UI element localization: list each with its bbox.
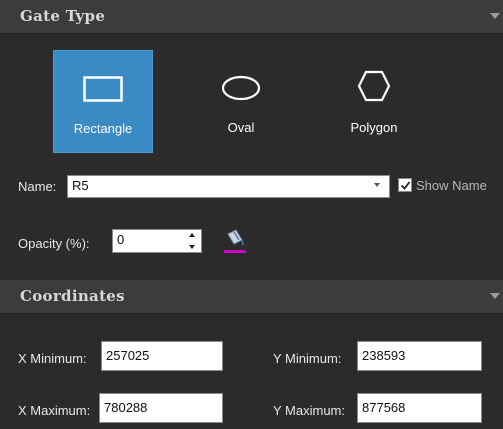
show-name-checkbox[interactable] — [398, 178, 412, 192]
coordinates-title: Coordinates — [20, 287, 125, 305]
y-minimum-label: Y Minimum: — [273, 351, 342, 366]
collapse-arrow-icon[interactable] — [490, 13, 500, 19]
rectangle-gate-button[interactable]: Rectangle — [53, 50, 153, 153]
spin-down-icon[interactable] — [189, 245, 195, 249]
hexagon-icon — [357, 70, 391, 107]
polygon-label: Polygon — [350, 120, 398, 135]
gate-type-title: Gate Type — [20, 7, 106, 25]
rectangle-icon — [83, 76, 123, 107]
y-minimum-input[interactable]: 238593 — [357, 341, 482, 371]
coordinates-header[interactable]: Coordinates — [0, 280, 503, 314]
checkmark-icon — [400, 181, 411, 190]
gate-type-header[interactable]: Gate Type — [0, 0, 503, 34]
oval-icon — [221, 75, 261, 106]
name-combobox[interactable]: R5 — [67, 175, 390, 198]
polygon-gate-button[interactable]: Polygon — [324, 50, 424, 153]
show-name-label: Show Name — [416, 178, 487, 193]
y-maximum-input[interactable]: 877568 — [357, 393, 482, 423]
opacity-label: Opacity (%): — [18, 236, 90, 251]
x-minimum-label: X Minimum: — [18, 351, 87, 366]
paint-bucket-icon[interactable] — [222, 228, 248, 261]
x-maximum-input[interactable]: 780288 — [99, 393, 223, 423]
y-maximum-label: Y Maximum: — [273, 403, 345, 418]
collapse-arrow-icon[interactable] — [490, 293, 500, 299]
spin-up-icon[interactable] — [189, 233, 195, 237]
chevron-down-icon[interactable] — [374, 183, 380, 187]
rectangle-label: Rectangle — [73, 121, 133, 136]
x-maximum-label: X Maximum: — [18, 403, 91, 418]
oval-label: Oval — [227, 120, 255, 135]
oval-gate-button[interactable]: Oval — [191, 50, 291, 153]
name-label: Name: — [18, 179, 57, 194]
x-minimum-input[interactable]: 257025 — [101, 341, 223, 371]
